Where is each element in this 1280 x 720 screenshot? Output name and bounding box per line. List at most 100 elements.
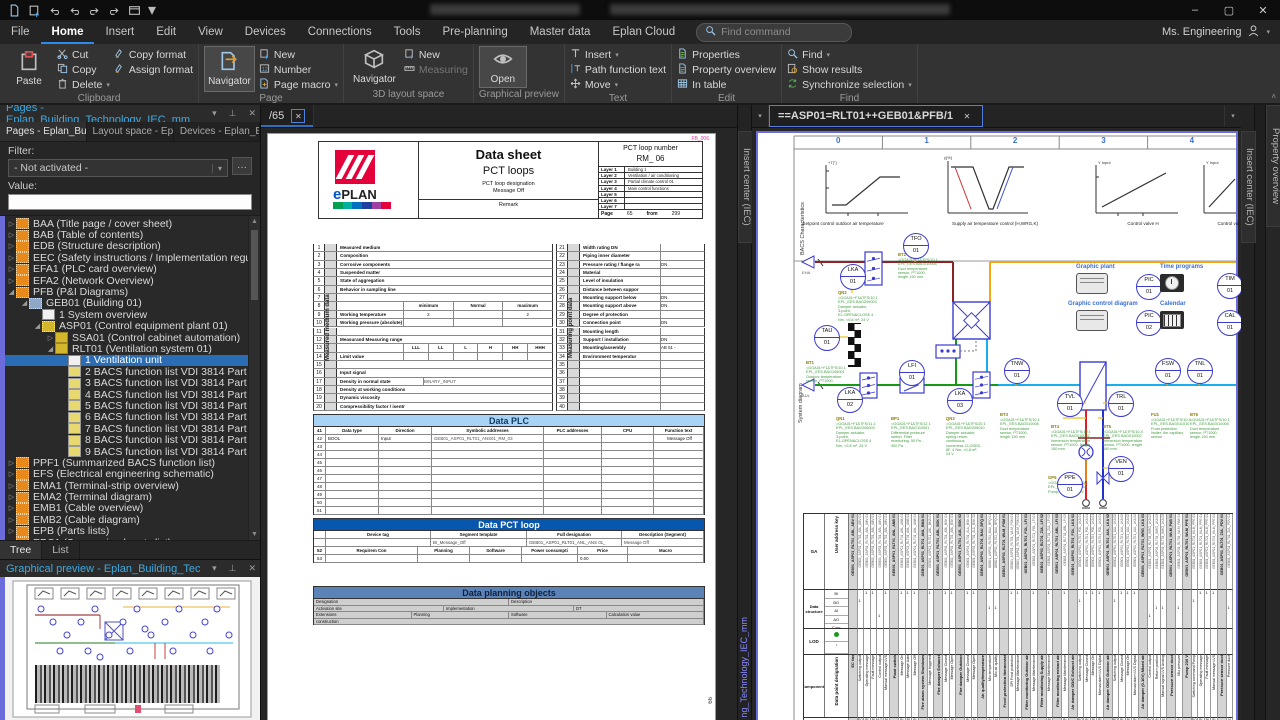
tree-item[interactable]: ◢PFB (P&I Diagrams) — [5, 286, 248, 297]
scroll-down-icon[interactable]: ▼ — [249, 529, 260, 540]
caret-collapsed-icon[interactable]: ▷ — [7, 482, 16, 490]
caret-collapsed-icon[interactable]: ▷ — [7, 231, 16, 239]
pin-icon[interactable]: ⊥ — [225, 563, 241, 574]
graphic-plant-icon[interactable] — [1076, 273, 1108, 294]
tree-item[interactable]: 4 BACS function list VDI 3814 Part 4.3 — [5, 389, 248, 400]
caret-collapsed-icon[interactable]: ▷ — [7, 493, 16, 501]
caret-expanded-icon[interactable]: ◢ — [33, 322, 42, 330]
find-command-box[interactable]: Find command — [696, 23, 852, 42]
caret-expanded-icon[interactable]: ◢ — [46, 345, 55, 353]
dock-tab-2[interactable]: Devices - Eplan_Build... — [174, 122, 260, 141]
ribbon-tab-home[interactable]: Home — [41, 20, 95, 44]
new-page-icon[interactable] — [8, 4, 21, 17]
pct-loop-symbol-tau01[interactable]: TAU01 — [814, 325, 840, 351]
page-macro-button[interactable]: Page macro▾ — [259, 77, 338, 92]
maximize-button[interactable]: ▢ — [1212, 0, 1246, 20]
tab-scroll-left-icon[interactable]: ▾ — [752, 105, 769, 127]
copy-format-button[interactable]: Copy format — [114, 47, 193, 62]
pages-panel-header[interactable]: Pages - Eplan_Building_Technology_IEC_mm… — [0, 105, 260, 122]
caret-expanded-icon[interactable]: ◢ — [7, 288, 16, 296]
find-button[interactable]: Find▾ — [787, 47, 912, 62]
user-area[interactable]: Ms. Engineering ▾ — [1162, 20, 1280, 44]
pct-loop-symbol-ven01[interactable]: VEN01 — [1108, 456, 1134, 482]
ribbon-tab-insert[interactable]: Insert — [94, 20, 145, 44]
properties-button[interactable]: Properties — [677, 47, 776, 62]
tab-close-icon[interactable]: ✕ — [960, 109, 974, 123]
dock-tab-0[interactable]: Pages - Eplan_Buildin... — [0, 122, 87, 141]
pct-loop-symbol-pic02[interactable]: PIC02 — [1136, 310, 1162, 336]
matrix-group-column[interactable]: GEB01_ASP01_RLT01_AUL_LKA 02Air damper O… — [1104, 514, 1113, 720]
caret-collapsed-icon[interactable]: ▷ — [7, 265, 16, 273]
ribbon-tab-eplan-cloud[interactable]: Eplan Cloud — [601, 20, 686, 44]
caret-collapsed-icon[interactable]: ▷ — [7, 539, 16, 540]
value-input[interactable] — [8, 194, 252, 210]
pin-icon[interactable]: ⊥ — [225, 108, 241, 119]
delete-button[interactable]: Delete▾ — [57, 77, 110, 92]
matrix-group-column[interactable]: GEB01_ASP01_RLT01_ANL_ANB 01Plant switch — [890, 514, 899, 720]
property-overview-button[interactable]: Property overview — [677, 62, 776, 77]
tree-item[interactable]: 1 Ventilation unit — [5, 355, 248, 366]
pct-loop-symbol-trl01[interactable]: TRL01 — [1108, 391, 1134, 417]
close-icon[interactable]: ✕ — [244, 108, 260, 119]
tree-item[interactable]: 7 BACS function list VDI 3814 Part 4.3 — [5, 423, 248, 434]
matrix-group-column[interactable]: GEB01_ASP01_RLT01_FOL_LFI 01Filter monit… — [1022, 514, 1031, 720]
caret-collapsed-icon[interactable]: ▷ — [7, 220, 16, 228]
tree-item[interactable]: 2 BACS function list VDI 3814 Part 4.3 — [5, 366, 248, 377]
tab-scroll-right-icon[interactable]: ▾ — [1224, 105, 1241, 127]
matrix-group-column[interactable]: GEB01_ASP01_RLT01_ANL_BMA 01Fire alarm s… — [919, 514, 928, 720]
caret-collapsed-icon[interactable]: ▷ — [7, 504, 16, 512]
cut-button[interactable]: Cut — [57, 47, 110, 62]
matrix-group-column[interactable]: GEB01_ASP01_RLT01_ZUL_LFI 02Filter monit… — [1038, 514, 1047, 720]
matrix-sub-column[interactable]: GEB01_ASP01_RLT01_ZUL_PDV 011Pressure du… — [1227, 514, 1234, 720]
tab-tree[interactable]: Tree — [0, 541, 42, 559]
tree-item[interactable]: ▷EMA2 (Terminal diagram) — [5, 491, 248, 502]
preview-canvas[interactable] — [0, 577, 260, 720]
caret-collapsed-icon[interactable]: ▷ — [7, 516, 16, 524]
tree-item[interactable]: ◢RLT01 (Ventilation system 01) — [5, 343, 248, 354]
filter-more-button[interactable]: … — [232, 157, 252, 175]
matrix-group-column[interactable]: GEB01_ASP01_RLT01_WLM_PPE 01Pump 230 V — [1183, 514, 1192, 720]
datasheet-canvas[interactable]: FB_006 66 ePLAN Data sheet PCT loops — [261, 128, 737, 720]
ribbon-tab-view[interactable]: View — [187, 20, 234, 44]
tree-item[interactable]: 3 BACS function list VDI 3814 Part 4.3 — [5, 377, 248, 388]
number-button[interactable]: 12Number — [259, 62, 338, 77]
tab-list[interactable]: List — [42, 541, 79, 559]
tree-item[interactable]: ▷EDB (Structure description) — [5, 241, 248, 252]
tree-item[interactable]: ◢ASP01 (Control equipment plant 01) — [5, 321, 248, 332]
matrix-group-column[interactable]: GEB01_ASP01_RLT01_BAU_BFQ 01Air quality/… — [978, 514, 987, 720]
open-page-icon[interactable] — [28, 4, 41, 17]
tree-item[interactable]: ▷BAA (Title page / cover sheet) — [5, 218, 248, 229]
ribbon-tab-edit[interactable]: Edit — [145, 20, 187, 44]
quick-access-toolbar[interactable]: ▾ — [0, 0, 156, 20]
tree-item[interactable]: 6 BACS function list VDI 3814 Part 4.3 — [5, 412, 248, 423]
synchronize-selection-button[interactable]: Synchronize selection▾ — [787, 77, 912, 92]
close-icon[interactable]: ✕ — [244, 563, 260, 574]
tree-item[interactable]: ▷EMB2 (Cable diagram) — [5, 514, 248, 525]
pct-loop-symbol-lfi01[interactable]: LFI01 — [899, 360, 925, 386]
tree-item[interactable]: ▷EMB1 (Cable overview) — [5, 503, 248, 514]
chevron-down-icon[interactable]: ▾ — [208, 563, 221, 574]
pct-loop-symbol-lka01[interactable]: LKA01 — [840, 264, 866, 290]
matrix-group-column[interactable]: GEB01_ASP01_RLT01_FOL_LKA 01Air damper O… — [1069, 514, 1078, 720]
pct-loop-symbol-lka02[interactable]: LKA02 — [837, 387, 863, 413]
tree-item[interactable]: ▷EPB (Parts lists) — [5, 526, 248, 537]
tree-item[interactable]: ▷EFS (Electrical engineering schematic) — [5, 469, 248, 480]
caret-expanded-icon[interactable]: ◢ — [20, 299, 29, 307]
caret-collapsed-icon[interactable]: ▷ — [7, 470, 16, 478]
path-function-text-button[interactable]: Path function text — [570, 62, 666, 77]
copy-button[interactable]: Copy — [57, 62, 110, 77]
calendar-icon[interactable] — [1160, 311, 1184, 329]
revision-frame-icon[interactable] — [128, 4, 141, 17]
minimize-button[interactable]: – — [1178, 0, 1212, 20]
pct-loop-symbol-lka03[interactable]: LKA03 — [947, 388, 973, 414]
tree-item[interactable]: ▷PPF1 (Summarized BACS function list) — [5, 457, 248, 468]
ribbon-tab-connections[interactable]: Connections — [297, 20, 383, 44]
caret-collapsed-icon[interactable]: ▷ — [7, 254, 16, 262]
undo-icon[interactable] — [68, 4, 81, 17]
caret-collapsed-icon[interactable]: ▷ — [7, 459, 16, 467]
redo-circle-icon[interactable] — [108, 4, 121, 17]
pct-loop-symbol-tim01[interactable]: TIM01 — [1217, 273, 1241, 299]
caret-collapsed-icon[interactable]: ▷ — [7, 242, 16, 250]
ribbon-tab-pre-planning[interactable]: Pre-planning — [432, 20, 519, 44]
ribbon-tab-file[interactable]: File — [0, 20, 41, 44]
